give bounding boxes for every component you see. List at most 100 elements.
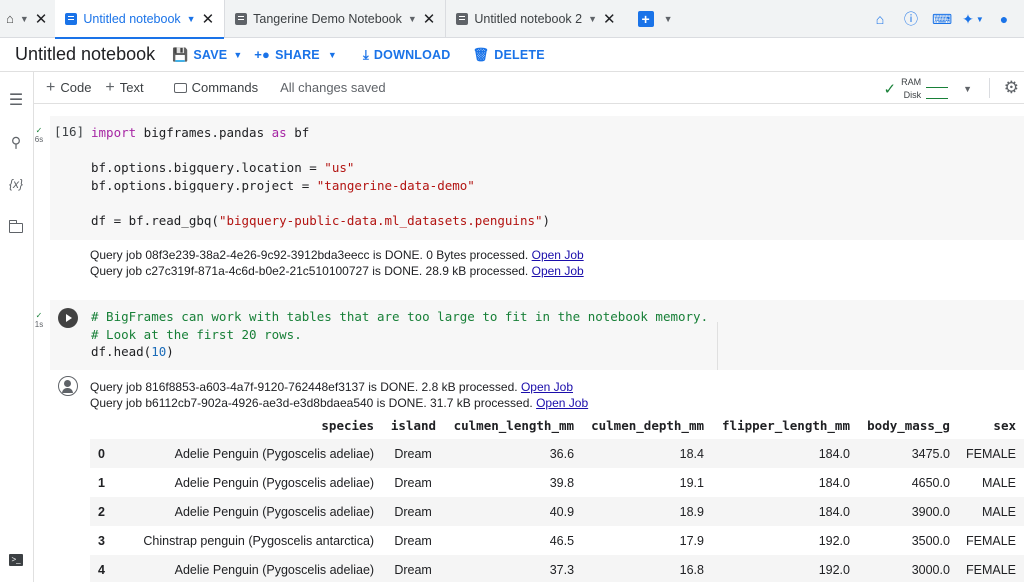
tab-untitled-notebook-2[interactable]: Untitled notebook 2 ▼ ✕ (446, 0, 625, 38)
close-icon[interactable]: ✕ (202, 10, 215, 28)
plus-icon: + (105, 78, 115, 96)
table-row: 4 Adelie Penguin (Pygoscelis adeliae) Dr… (90, 555, 1024, 582)
lightbulb-icon[interactable]: ● (996, 11, 1012, 27)
notebook-header: Untitled notebook 💾 SAVE ▼ +● SHARE ▼ ⤓ … (0, 38, 1024, 72)
chevron-down-icon[interactable]: ▼ (588, 14, 597, 24)
terminal-icon[interactable]: >_ (6, 550, 26, 570)
home-outline-icon[interactable]: ⌂ (872, 11, 888, 27)
open-job-link[interactable]: Open Job (536, 396, 588, 410)
top-right-actions: ⌂ ⓘ ⌨ ✦ ▼ ● (872, 0, 1024, 38)
commands-button[interactable]: Commands (173, 80, 259, 95)
add-tab-icon[interactable]: + (637, 10, 654, 27)
add-person-icon: +● (254, 47, 271, 62)
cell-1-output: Query job 08f3e239-38a2-4e26-9c92-3912bd… (90, 247, 584, 279)
home-tab[interactable]: ⌂ ▼ ✕ (0, 0, 55, 38)
add-text-button[interactable]: + Text (105, 79, 143, 97)
check-icon: ✓ (883, 81, 897, 98)
cell-1-run-status: ✓ 6s (33, 126, 45, 144)
column-header: culmen_length_mm (453, 418, 575, 433)
notebook-icon (65, 12, 78, 25)
search-icon[interactable]: ⚲ (6, 132, 26, 152)
disk-meter (926, 90, 949, 99)
save-button[interactable]: 💾 SAVE (172, 47, 227, 63)
dataframe-table: species island culmen_length_mm culmen_d… (90, 412, 1024, 582)
column-header: island (390, 418, 437, 433)
close-icon[interactable]: ✕ (423, 10, 436, 28)
table-row: 2 Adelie Penguin (Pygoscelis adeliae) Dr… (90, 497, 1024, 526)
column-header: culmen_depth_mm (591, 418, 704, 433)
keyboard-icon[interactable]: ⌨ (932, 11, 952, 27)
cell-2-output: Query job 816f8853-a603-4a7f-9120-762448… (90, 379, 588, 411)
add-code-label: Code (60, 80, 92, 95)
notebook-icon (235, 12, 248, 25)
info-icon[interactable]: ⓘ (903, 11, 919, 27)
table-of-contents-icon[interactable]: ☰ (6, 90, 26, 110)
share-dropdown-chevron-icon: ▼ (327, 49, 337, 60)
table-row: 0 Adelie Penguin (Pygoscelis adeliae) Dr… (90, 439, 1024, 468)
add-code-button[interactable]: + Code (46, 79, 91, 97)
download-button[interactable]: ⤓ DOWNLOAD (363, 47, 451, 63)
code-cell-1-source[interactable]: import bigframes.pandas as bf bf.options… (91, 124, 550, 229)
tab-tangerine-demo-notebook[interactable]: Tangerine Demo Notebook ▼ ✕ (225, 0, 447, 38)
output-avatar-icon (58, 376, 78, 396)
save-dropdown-chevron-icon[interactable]: ▼ (233, 50, 242, 60)
notebook-title[interactable]: Untitled notebook (0, 44, 172, 65)
notebook-icon (456, 12, 469, 25)
save-status: All changes saved (280, 80, 386, 95)
magic-wand-icon[interactable]: ✦ ▼ (962, 11, 984, 27)
toolbar-divider (989, 78, 990, 98)
gear-icon[interactable]: ⚙ (1004, 78, 1019, 98)
column-header: body_mass_g (867, 418, 950, 433)
column-header: sex (993, 418, 1016, 433)
tab-untitled-notebook[interactable]: Untitled notebook ▼ ✕ (55, 0, 226, 39)
check-icon: ✓ (35, 311, 43, 320)
code-cell-2-source[interactable]: # BigFrames can work with tables that ar… (91, 308, 708, 361)
tab-label: Untitled notebook 2 (474, 11, 583, 26)
trash-icon: 🗑 (472, 46, 490, 62)
output-line: Query job 08f3e239-38a2-4e26-9c92-3912bd… (90, 248, 584, 262)
tab-label: Untitled notebook (83, 11, 181, 26)
chevron-down-icon[interactable]: ▼ (408, 14, 417, 24)
open-job-link[interactable]: Open Job (521, 380, 573, 394)
chevron-down-icon[interactable]: ▼ (20, 14, 29, 24)
folder-icon[interactable] (6, 218, 26, 238)
column-header: flipper_length_mm (722, 418, 850, 433)
cell-2-duration: 1s (34, 320, 44, 329)
notebook-toolbar: + Code + Text Commands All changes saved… (34, 72, 1024, 104)
close-icon[interactable]: ✕ (35, 10, 48, 28)
ram-label: RAM (901, 77, 922, 87)
home-icon: ⌂ (6, 11, 14, 26)
save-icon: 💾 (172, 46, 189, 62)
runtime-status[interactable]: ✓ RAM Disk ▼ (884, 76, 973, 102)
variables-icon[interactable]: {x} (6, 174, 26, 194)
cell-1-duration: 6s (34, 135, 44, 144)
share-button[interactable]: +● SHARE ▼ (254, 47, 337, 62)
tab-label: Tangerine Demo Notebook (253, 11, 402, 26)
close-icon[interactable]: ✕ (603, 10, 616, 28)
delete-button[interactable]: 🗑 DELETE (473, 47, 545, 63)
cell-1-execution-count: [16] (54, 124, 85, 139)
index-header (90, 412, 113, 439)
open-job-link[interactable]: Open Job (532, 248, 584, 262)
cell-2-run-status: ✓ 1s (33, 311, 45, 329)
commands-label: Commands (191, 80, 259, 95)
open-job-link[interactable]: Open Job (532, 264, 584, 278)
chevron-down-icon[interactable]: ▼ (187, 14, 196, 24)
disk-label: Disk (903, 90, 922, 100)
cell-editor-edge (717, 322, 718, 370)
check-icon: ✓ (35, 126, 43, 135)
code-cell-2[interactable]: # BigFrames can work with tables that ar… (50, 300, 1024, 370)
run-cell-button[interactable] (58, 308, 78, 328)
table-header-row: species island culmen_length_mm culmen_d… (90, 412, 1024, 439)
tab-overflow-chevron-icon[interactable]: ▼ (664, 14, 673, 24)
output-line: Query job 816f8853-a603-4a7f-9120-762448… (90, 380, 574, 394)
ram-meter (926, 79, 949, 88)
command-palette-icon (173, 82, 187, 93)
delete-label: DELETE (494, 47, 545, 62)
output-line: Query job c27c319f-871a-4c6d-b0e2-21c510… (90, 264, 584, 278)
download-icon: ⤓ (362, 46, 369, 62)
code-cell-1[interactable]: import bigframes.pandas as bf bf.options… (50, 116, 1024, 240)
runtime-chevron-down-icon[interactable]: ▼ (963, 84, 972, 94)
share-label: SHARE (275, 47, 320, 62)
column-header: species (321, 418, 375, 433)
